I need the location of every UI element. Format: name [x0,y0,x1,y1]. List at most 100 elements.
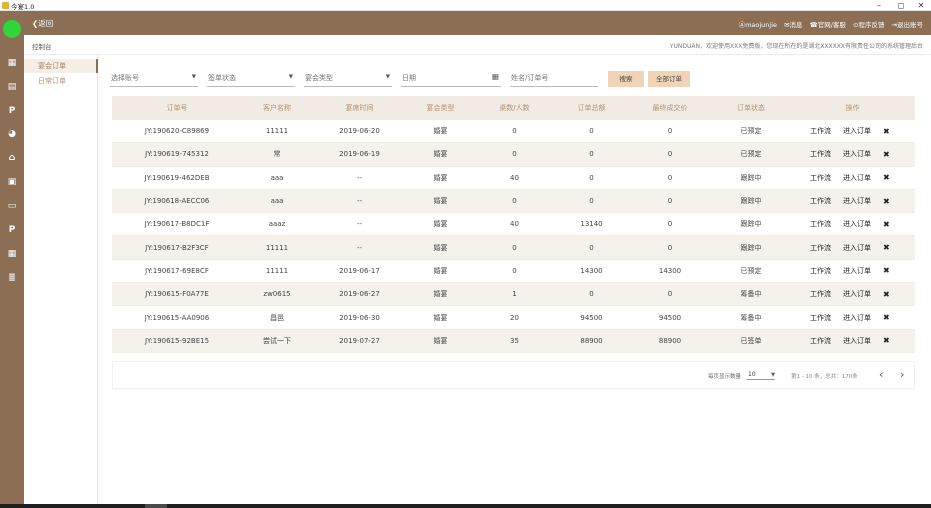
messages-link[interactable]: ✉消息 [784,21,802,29]
top-links: Ⓐmaojunjie ✉消息 ☎官网/客服 ⊙程序反馈 ⇥退出账号 [734,19,923,29]
cell-order-total: 0 [589,127,594,136]
service-link[interactable]: ☎官网/客服 [810,21,846,29]
workflow-link[interactable]: 工作流 [810,219,831,229]
cell-order-no: JY:190617-B2F3CF [145,243,209,252]
cell-banquet-time: 2019-07-27 [339,336,380,345]
cell-customer: 11111 [265,243,289,252]
table-header: 订单号 客户名称 宴席时间 宴会类型 桌数/人数 订单总额 最终成交价 订单状态… [112,96,915,120]
delete-icon[interactable]: ✖ [883,173,890,182]
workflow-link[interactable]: 工作流 [810,243,831,253]
bank-icon[interactable]: ⌂ [6,152,18,164]
row-actions: 工作流 进入订单 ✖ [790,283,915,305]
enter-order-link[interactable]: 进入订单 [843,266,871,276]
table-row: JY:190619-745312 常 2019-06-19 婚宴 0 0 0 已预定 工作流 进入… [112,143,915,167]
minimize-button[interactable]: – [872,0,886,11]
sidebar-item-banquet-orders[interactable]: 宴会订单 [24,59,98,73]
workflow-link[interactable]: 工作流 [810,149,831,159]
row-actions: 工作流 进入订单 ✖ [790,260,915,282]
taskbar-item[interactable] [145,504,167,508]
all-orders-button[interactable]: 全部订单 [648,71,690,87]
enter-order-link[interactable]: 进入订单 [843,243,871,253]
header-actions: 操作 [845,104,860,112]
enter-order-link[interactable]: 进入订单 [843,149,871,159]
cell-status: 跟踪中 [740,243,762,252]
maximize-button[interactable]: ◻ [894,0,908,11]
grid-icon[interactable]: ▦ [6,57,18,69]
enter-order-link[interactable]: 进入订单 [843,126,871,136]
table-row: JY:190620-C89869 11111 2019-06-20 婚宴 0 0 0 已预定 工… [112,120,915,144]
cell-customer: 11111 [265,127,289,136]
feedback-link[interactable]: ⊙程序反馈 [853,21,884,29]
next-page-button[interactable]: › [900,368,904,381]
enter-order-link[interactable]: 进入订单 [843,289,871,299]
cell-order-total: 0 [589,150,594,159]
avatar[interactable] [3,20,21,38]
cell-final-price: 0 [667,150,673,159]
cell-order-total: 0 [589,243,594,252]
cell-tables-guests: 0 [512,127,517,136]
cell-final-price: 0 [667,197,673,206]
delete-icon[interactable]: ✖ [883,243,890,252]
workflow-link[interactable]: 工作流 [810,313,831,323]
prev-page-button[interactable]: ‹ [879,368,883,381]
user-link[interactable]: Ⓐmaojunjie [739,21,777,29]
enter-order-link[interactable]: 进入订单 [843,196,871,206]
delete-icon[interactable]: ✖ [883,220,890,229]
cell-banquet-type: 婚宴 [433,243,448,252]
list-icon[interactable]: ▭ [6,200,18,212]
enter-order-link[interactable]: 进入订单 [843,173,871,183]
row-actions: 工作流 进入订单 ✖ [790,213,915,235]
logout-link[interactable]: ⇥退出账号 [892,21,923,29]
delete-icon[interactable]: ✖ [883,127,890,136]
database-icon[interactable]: ≣ [6,272,18,284]
type-select[interactable]: 宴会类型 ▼ [304,69,392,87]
calendar-icon[interactable]: ▤ [6,81,18,93]
enter-order-link[interactable]: 进入订单 [843,219,871,229]
cell-banquet-type: 婚宴 [433,266,448,275]
search-button[interactable]: 搜索 [608,71,644,87]
delete-icon[interactable]: ✖ [883,336,890,345]
date-field[interactable]: 日期 ▦ [401,69,501,87]
welcome-message: YUNDUAN，欢迎使用XXX免费版，您现在所在的是湖北XXXXXX有限责任公司… [669,43,923,50]
workflow-link[interactable]: 工作流 [810,289,831,299]
delete-icon[interactable]: ✖ [883,197,890,206]
search-input[interactable]: 姓名/订单号 [510,69,598,87]
workflow-link[interactable]: 工作流 [810,266,831,276]
delete-icon[interactable]: ✖ [883,150,890,159]
close-window-button[interactable]: ✕ [914,0,928,11]
chevron-down-icon: ▼ [385,74,390,80]
table-row: JY:190617-B8DC1F aaaz -- 婚宴 40 13140 0 跟踪中 工作流 进入… [112,213,915,237]
layout-icon[interactable]: ▣ [6,176,18,188]
delete-icon[interactable]: ✖ [883,313,890,322]
cell-order-total: 0 [589,290,594,299]
cell-banquet-type: 婚宴 [433,150,448,159]
workflow-link[interactable]: 工作流 [810,126,831,136]
cell-banquet-time: -- [356,197,363,206]
header-banquet-type: 宴会类型 [426,104,455,112]
page-size-select[interactable]: 10 ▼ [747,369,775,380]
delete-icon[interactable]: ✖ [883,290,890,299]
cell-final-price: 88900 [658,336,682,345]
p-icon[interactable]: P [6,224,18,236]
cell-order-no: JY:190617-B8DC1F [144,220,210,229]
cell-customer: aaa [270,197,284,206]
sidebar-item-daily-orders[interactable]: 日常订单 [24,74,98,88]
cell-status: 筹备中 [740,290,762,299]
header-final-price: 最终成交价 [652,104,688,112]
cell-order-total: 0 [589,197,594,206]
status-select[interactable]: 签单状态 ▼ [207,69,295,87]
dashboard-icon[interactable]: ▦ [6,248,18,260]
enter-order-link[interactable]: 进入订单 [843,313,871,323]
cell-banquet-time: -- [356,220,363,229]
enter-order-link[interactable]: 进入订单 [843,336,871,346]
back-button[interactable]: ❮返回 [32,18,53,29]
p-icon[interactable]: P [6,105,18,117]
breadcrumb-label[interactable]: 控制台 [32,41,52,51]
workflow-link[interactable]: 工作流 [810,196,831,206]
account-select[interactable]: 选择账号 ▼ [110,69,198,87]
delete-icon[interactable]: ✖ [883,266,890,275]
users-icon[interactable]: ◕ [6,128,18,140]
table-row: JY:190615-F0A77E zw0615 2019-06-27 婚宴 1 0 0 筹备中… [112,283,915,307]
workflow-link[interactable]: 工作流 [810,336,831,346]
workflow-link[interactable]: 工作流 [810,173,831,183]
